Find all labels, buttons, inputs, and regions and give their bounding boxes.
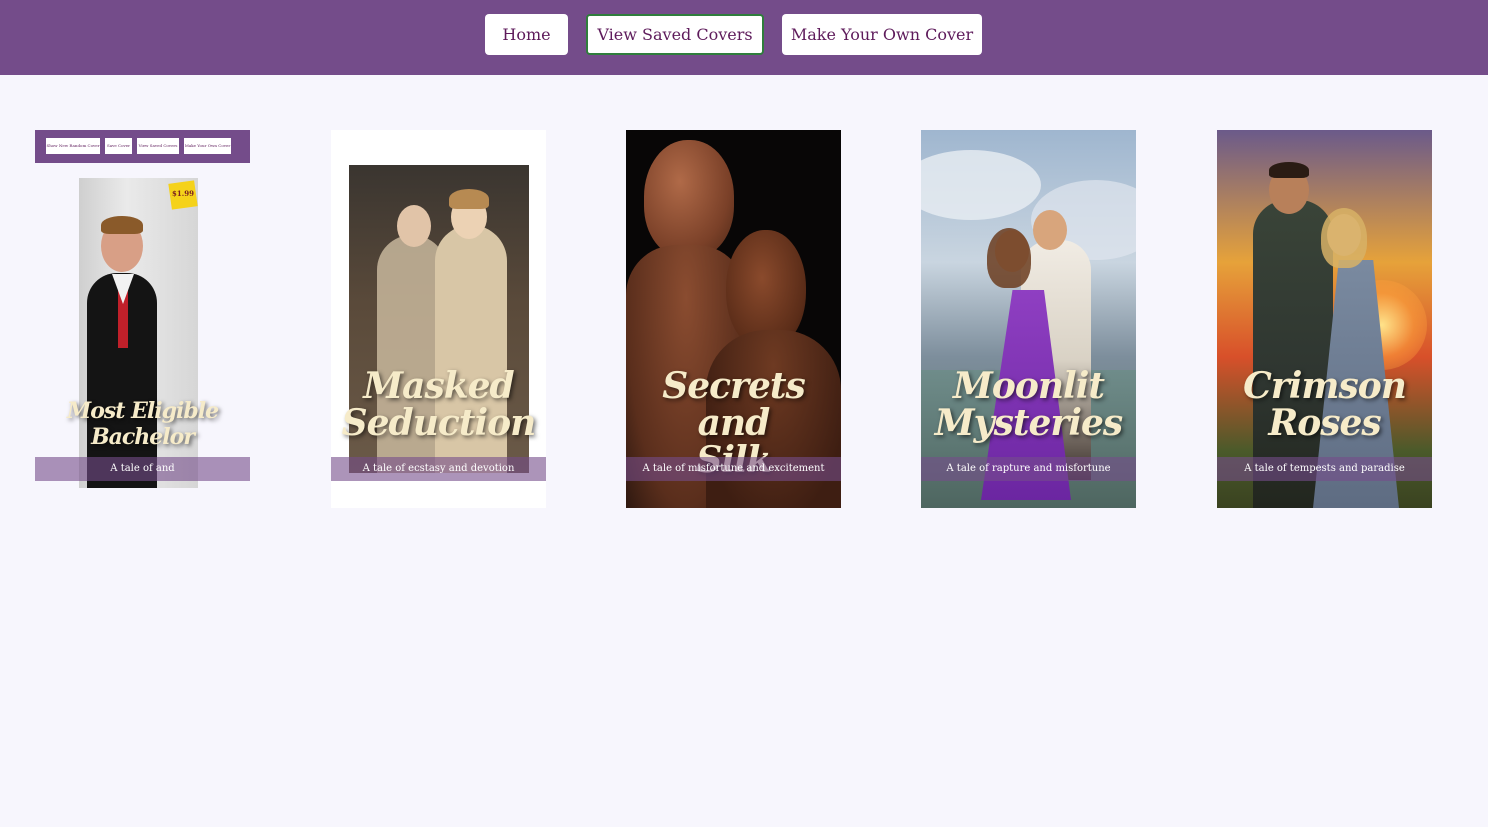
cover-tagline: A tale of tempests and paradise <box>1217 457 1432 481</box>
mini-nav-button: View Saved Covers <box>137 138 179 154</box>
mini-nav-button: Save Cover <box>105 138 132 154</box>
cover-title-line1: Secrets and <box>662 365 806 444</box>
man-hair <box>101 216 143 234</box>
mini-nav-button: Make Your Own Cover <box>184 138 231 154</box>
mini-nav-button: Show New Random Cover <box>46 138 100 154</box>
view-saved-covers-button[interactable]: View Saved Covers <box>586 14 764 55</box>
woman-hair <box>987 228 1031 288</box>
cover-title-line1: Masked <box>363 365 514 407</box>
cover-image <box>921 130 1136 508</box>
saved-cover-5[interactable]: Crimson Roses A tale of tempests and par… <box>1217 130 1432 508</box>
woman-hair <box>1321 208 1367 268</box>
price-tag-text: $1.99 <box>172 189 194 198</box>
saved-cover-2[interactable]: Masked Seduction A tale of ecstasy and d… <box>331 130 546 508</box>
woman-head-left <box>397 205 431 247</box>
man-head <box>1033 210 1067 250</box>
cover-image <box>1217 130 1432 508</box>
person-head-left <box>644 140 734 258</box>
cover-title-line2: Seduction <box>341 402 537 444</box>
cover-title: Most Eligible Bachelor <box>35 398 250 450</box>
cover-title: Crimson Roses <box>1217 368 1432 442</box>
cover-title-line2: Roses <box>1268 402 1381 444</box>
cover-tagline: A tale of and <box>35 457 250 481</box>
mini-nav-bar: Show New Random Cover Save Cover View Sa… <box>35 130 250 163</box>
saved-cover-4[interactable]: Moonlit Mysteries A tale of rapture and … <box>921 130 1136 508</box>
cover-tagline: A tale of rapture and misfortune <box>921 457 1136 481</box>
cover-title-line2: Mysteries <box>934 402 1123 444</box>
cover-title: Moonlit Mysteries <box>921 368 1136 442</box>
cloud <box>921 150 1041 220</box>
cover-title: Masked Seduction <box>331 368 546 442</box>
cover-title-line1: Crimson <box>1243 365 1407 407</box>
man-hair <box>1269 162 1309 178</box>
home-button[interactable]: Home <box>485 14 568 55</box>
saved-cover-3[interactable]: Secrets and Silk A tale of misfortune an… <box>626 130 841 508</box>
cover-tagline: A tale of ecstasy and devotion <box>331 457 546 481</box>
saved-cover-1[interactable]: Show New Random Cover Save Cover View Sa… <box>35 130 250 508</box>
top-nav-bar: Home View Saved Covers Make Your Own Cov… <box>0 0 1488 75</box>
woman-hair-right <box>449 189 489 209</box>
cover-title-line1: Most Eligible <box>66 398 219 424</box>
cover-title-line2: Bachelor <box>91 424 195 450</box>
cover-tagline: A tale of misfortune and excitement <box>626 457 841 481</box>
cover-title-line1: Moonlit <box>952 365 1105 407</box>
make-your-own-cover-button[interactable]: Make Your Own Cover <box>782 14 982 55</box>
